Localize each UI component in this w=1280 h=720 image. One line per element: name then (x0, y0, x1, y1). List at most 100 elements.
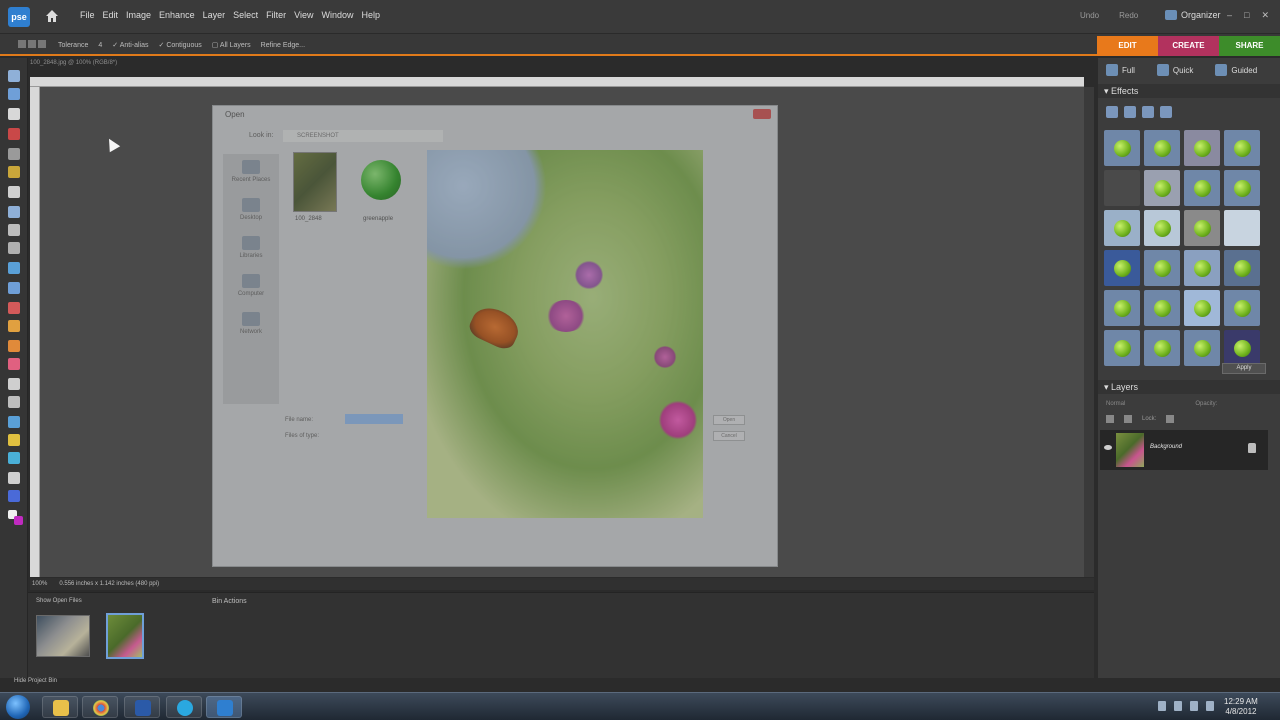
nav-network[interactable]: Network (229, 312, 273, 335)
effect-thumbnail[interactable] (1184, 130, 1220, 166)
sponge-tool-icon[interactable] (8, 490, 20, 502)
tab-create[interactable]: CREATE (1158, 36, 1219, 56)
bin-thumbnail[interactable] (36, 615, 90, 657)
hand-tool-icon[interactable] (8, 108, 20, 120)
cookie-cutter-tool-icon[interactable] (8, 262, 20, 274)
menu-filter[interactable]: Filter (266, 10, 286, 20)
tray-network-icon[interactable] (1174, 701, 1182, 711)
effect-thumbnail[interactable] (1104, 290, 1140, 326)
taskbar-explorer[interactable] (42, 696, 78, 718)
effect-thumbnail[interactable] (1104, 130, 1140, 166)
tray-volume-icon[interactable] (1206, 701, 1214, 711)
show-open-files-dropdown[interactable]: Show Open Files (36, 598, 82, 604)
shape-tool-icon[interactable] (8, 452, 20, 464)
effect-thumbnail[interactable] (1144, 290, 1180, 326)
straighten-tool-icon[interactable] (8, 282, 20, 294)
taskbar-chrome[interactable] (82, 696, 118, 718)
bin-thumbnail-selected[interactable] (106, 613, 144, 659)
blend-mode-dropdown[interactable]: Normal (1106, 401, 1125, 407)
nav-libraries[interactable]: Libraries (229, 236, 273, 259)
tray-arrow-icon[interactable] (1158, 701, 1166, 711)
effect-thumbnail[interactable] (1184, 330, 1220, 366)
minimize-icon[interactable]: – (1227, 10, 1232, 21)
taskbar-clock[interactable]: 12:29 AM 4/8/2012 (1224, 697, 1258, 717)
selection-mode-icons[interactable] (18, 40, 48, 50)
apply-button[interactable]: Apply (1222, 363, 1266, 374)
tray-flag-icon[interactable] (1190, 701, 1198, 711)
anti-alias-checkbox[interactable]: ✓ Anti-alias (112, 41, 148, 49)
zoom-level[interactable]: 100% (32, 581, 47, 587)
nav-desktop[interactable]: Desktop (229, 198, 273, 221)
effect-thumbnail[interactable] (1104, 170, 1140, 206)
home-icon[interactable] (44, 8, 60, 24)
all-layers-checkbox[interactable]: ▢ All Layers (212, 41, 251, 49)
photo-effects-icon[interactable] (1142, 106, 1154, 118)
eraser-tool-icon[interactable] (8, 358, 20, 370)
magic-wand-tool-icon[interactable] (8, 186, 20, 198)
document-tab-title[interactable]: 100_2848.jpg @ 100% (RGB/8*) (30, 60, 117, 66)
effect-thumbnail[interactable] (1224, 330, 1260, 366)
layers-panel-header[interactable]: ▾ Layers (1098, 380, 1280, 394)
effect-thumbnail[interactable] (1184, 290, 1220, 326)
mode-guided[interactable]: Guided (1215, 64, 1257, 76)
eye-icon[interactable] (1104, 445, 1112, 450)
menu-file[interactable]: File (80, 10, 95, 20)
effect-thumbnail[interactable] (1104, 330, 1140, 366)
menu-edit[interactable]: Edit (103, 10, 119, 20)
effect-thumbnail[interactable] (1104, 210, 1140, 246)
mode-quick[interactable]: Quick (1156, 64, 1193, 76)
refine-edge-button[interactable]: Refine Edge... (261, 42, 305, 49)
layer-styles-icon[interactable] (1124, 106, 1136, 118)
nav-recent-places[interactable]: Recent Places (229, 160, 273, 183)
start-button-icon[interactable] (6, 695, 30, 719)
layer-row-background[interactable]: Background (1100, 430, 1268, 470)
maximize-icon[interactable]: □ (1244, 10, 1249, 21)
all-effects-icon[interactable] (1160, 106, 1172, 118)
effect-thumbnail[interactable] (1224, 170, 1260, 206)
effect-thumbnail[interactable] (1144, 250, 1180, 286)
vertical-scrollbar[interactable] (1084, 87, 1094, 577)
menu-enhance[interactable]: Enhance (159, 10, 195, 20)
undo-button[interactable]: Undo (1080, 11, 1099, 20)
smart-brush-tool-icon[interactable] (8, 396, 20, 408)
menu-image[interactable]: Image (126, 10, 151, 20)
mode-full[interactable]: Full (1106, 64, 1135, 76)
tolerance-field[interactable]: 4 (98, 42, 102, 49)
effect-thumbnail[interactable] (1144, 330, 1180, 366)
file-name-input[interactable] (345, 414, 403, 424)
effect-thumbnail[interactable] (1224, 250, 1260, 286)
menu-window[interactable]: Window (321, 10, 353, 20)
brush-tool-icon[interactable] (8, 378, 20, 390)
crop-tool-icon[interactable] (8, 242, 20, 254)
effect-thumbnail[interactable] (1104, 250, 1140, 286)
nav-computer[interactable]: Computer (229, 274, 273, 297)
quick-selection-tool-icon[interactable] (8, 206, 20, 218)
menu-help[interactable]: Help (361, 10, 380, 20)
new-layer-icon[interactable] (1106, 415, 1114, 423)
redo-button[interactable]: Redo (1119, 11, 1138, 20)
taskbar-photoshop-elements[interactable] (206, 696, 242, 718)
move-tool-icon[interactable] (8, 70, 20, 82)
spot-healing-tool-icon[interactable] (8, 320, 20, 332)
clone-stamp-tool-icon[interactable] (8, 340, 20, 352)
effect-thumbnail[interactable] (1224, 210, 1260, 246)
effect-thumbnail[interactable] (1224, 290, 1260, 326)
close-icon[interactable]: ✕ (1261, 10, 1269, 21)
effect-thumbnail[interactable] (1224, 130, 1260, 166)
tab-share[interactable]: SHARE (1219, 36, 1280, 56)
effect-thumbnail[interactable] (1184, 210, 1220, 246)
zoom-tool-icon[interactable] (8, 88, 20, 100)
marquee-tool-icon[interactable] (8, 148, 20, 160)
gradient-tool-icon[interactable] (8, 434, 20, 446)
file-thumbnail[interactable] (293, 152, 337, 212)
tab-edit[interactable]: EDIT (1097, 36, 1158, 56)
red-eye-tool-icon[interactable] (8, 302, 20, 314)
contiguous-checkbox[interactable]: ✓ Contiguous (159, 41, 202, 49)
eyedropper-tool-icon[interactable] (8, 128, 20, 140)
green-apple-thumbnail[interactable] (361, 160, 401, 200)
look-in-dropdown[interactable]: SCREENSHOT (283, 130, 443, 142)
lasso-tool-icon[interactable] (8, 166, 20, 178)
effect-thumbnail[interactable] (1144, 170, 1180, 206)
menu-view[interactable]: View (294, 10, 313, 20)
blur-tool-icon[interactable] (8, 472, 20, 484)
